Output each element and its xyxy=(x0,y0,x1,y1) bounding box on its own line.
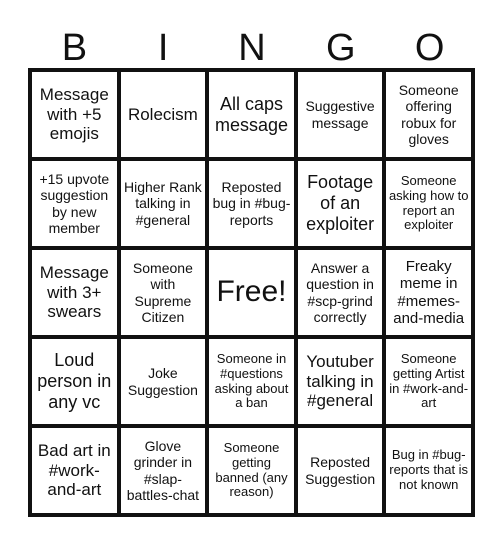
bingo-cell[interactable]: Answer a question in #scp-grind correctl… xyxy=(297,250,383,335)
header-letter-b: B xyxy=(61,27,88,69)
bingo-cell[interactable]: Suggestive message xyxy=(297,72,383,157)
bingo-cell[interactable]: Someone with Supreme Citizen xyxy=(120,250,206,335)
header-letter-o: O xyxy=(414,27,445,69)
bingo-cell[interactable]: Message with +5 emojis xyxy=(32,72,117,157)
bingo-board: Message with +5 emojis Rolecism All caps… xyxy=(28,68,475,517)
bingo-header: B I N G O xyxy=(30,26,474,70)
bingo-cell[interactable]: Someone getting banned (any reason) xyxy=(209,428,294,513)
bingo-cell[interactable]: Someone getting Artist in #work-and-art xyxy=(386,339,471,424)
bingo-cell[interactable]: Higher Rank talking in #general xyxy=(120,161,206,246)
header-letter-g: G xyxy=(326,27,356,69)
header-letter-i: I xyxy=(157,27,169,69)
bingo-cell[interactable]: +15 upvote suggestion by new member xyxy=(32,161,117,246)
bingo-cell[interactable]: Bad art in #work-and-art xyxy=(32,428,117,513)
header-letter-n: N xyxy=(238,27,266,69)
bingo-cell[interactable]: Reposted bug in #bug-reports xyxy=(209,161,294,246)
bingo-cell[interactable]: Loud person in any vc xyxy=(32,339,117,424)
bingo-cell[interactable]: Rolecism xyxy=(120,72,206,157)
bingo-cell[interactable]: All caps message xyxy=(209,72,294,157)
bingo-cell[interactable]: Footage of an exploiter xyxy=(297,161,383,246)
bingo-cell[interactable]: Bug in #bug-reports that is not known xyxy=(386,428,471,513)
bingo-cell[interactable]: Glove grinder in #slap-battles-chat xyxy=(120,428,206,513)
bingo-cell[interactable]: Reposted Suggestion xyxy=(297,428,383,513)
bingo-cell[interactable]: Youtuber talking in #general xyxy=(297,339,383,424)
bingo-cell[interactable]: Joke Suggestion xyxy=(120,339,206,424)
bingo-cell[interactable]: Someone offering robux for gloves xyxy=(386,72,471,157)
bingo-cell[interactable]: Message with 3+ swears xyxy=(32,250,117,335)
bingo-cell[interactable]: Someone in #questions asking about a ban xyxy=(209,339,294,424)
free-space[interactable]: Free! xyxy=(209,250,294,335)
bingo-cell[interactable]: Someone asking how to report an exploite… xyxy=(386,161,471,246)
bingo-cell[interactable]: Freaky meme in #memes-and-media xyxy=(386,250,471,335)
